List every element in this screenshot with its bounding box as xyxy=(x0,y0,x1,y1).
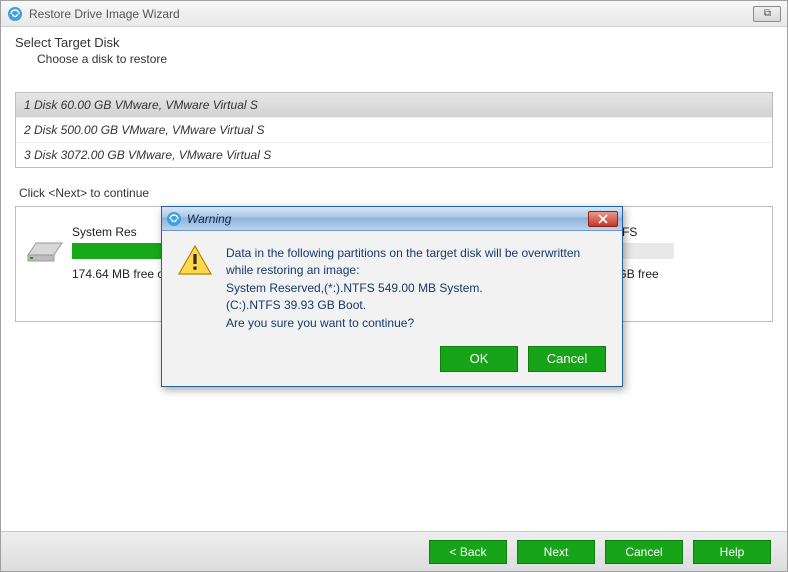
help-button[interactable]: Help xyxy=(693,540,771,564)
dialog-titlebar: Warning xyxy=(162,207,622,231)
disk-row[interactable]: 1 Disk 60.00 GB VMware, VMware Virtual S xyxy=(16,93,772,118)
dialog-line: Data in the following partitions on the … xyxy=(226,245,606,280)
window-title: Restore Drive Image Wizard xyxy=(29,7,753,21)
disk-icon xyxy=(26,237,64,263)
dialog-title: Warning xyxy=(187,212,588,226)
dialog-close-button[interactable] xyxy=(588,211,618,227)
app-icon xyxy=(7,6,23,22)
wizard-window: Restore Drive Image Wizard ⧉ Select Targ… xyxy=(0,0,788,572)
dialog-body: Data in the following partitions on the … xyxy=(162,231,622,336)
titlebar: Restore Drive Image Wizard ⧉ xyxy=(1,1,787,27)
wizard-footer: < Back Next Cancel Help xyxy=(1,531,787,571)
page-title: Select Target Disk xyxy=(15,35,773,50)
app-icon xyxy=(166,211,182,227)
dialog-cancel-button[interactable]: Cancel xyxy=(528,346,606,372)
dialog-message: Data in the following partitions on the … xyxy=(226,245,606,332)
dialog-line: System Reserved,(*:).NTFS 549.00 MB Syst… xyxy=(226,280,606,297)
disk-row[interactable]: 3 Disk 3072.00 GB VMware, VMware Virtual… xyxy=(16,143,772,167)
dialog-actions: OK Cancel xyxy=(162,336,622,386)
warning-icon xyxy=(178,245,212,275)
continue-hint: Click <Next> to continue xyxy=(19,186,773,200)
ok-button[interactable]: OK xyxy=(440,346,518,372)
disk-row[interactable]: 2 Disk 500.00 GB VMware, VMware Virtual … xyxy=(16,118,772,143)
page-subtitle: Choose a disk to restore xyxy=(15,52,773,66)
next-button[interactable]: Next xyxy=(517,540,595,564)
window-close-button[interactable]: ⧉ xyxy=(753,6,781,22)
warning-dialog: Warning Data in the following partitions… xyxy=(161,206,623,387)
dialog-line: Are you sure you want to continue? xyxy=(226,315,606,332)
back-button[interactable]: < Back xyxy=(429,540,507,564)
cancel-button[interactable]: Cancel xyxy=(605,540,683,564)
wizard-header: Select Target Disk Choose a disk to rest… xyxy=(1,27,787,70)
disk-list: 1 Disk 60.00 GB VMware, VMware Virtual S… xyxy=(15,92,773,168)
dialog-line: (C:).NTFS 39.93 GB Boot. xyxy=(226,297,606,314)
